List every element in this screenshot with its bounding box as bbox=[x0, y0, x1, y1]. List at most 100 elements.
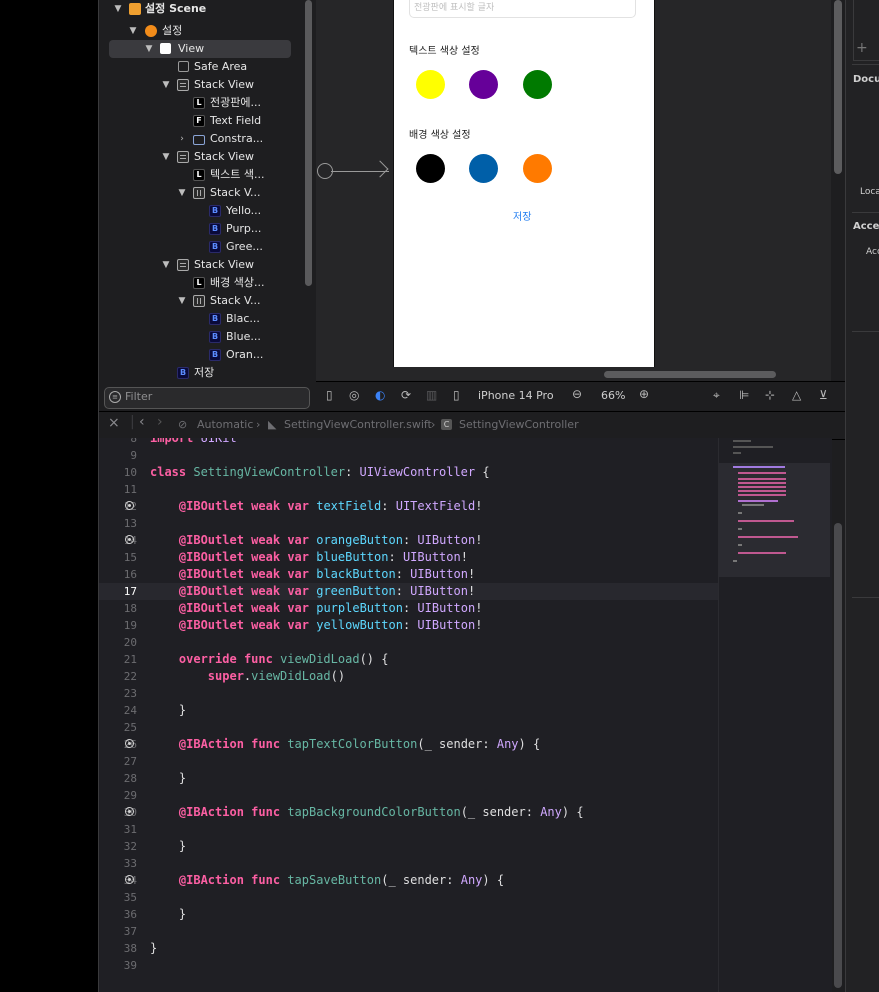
zoom-in-icon[interactable]: ⊕ bbox=[639, 387, 649, 401]
resolve-autolayout-icon[interactable]: △ bbox=[792, 388, 801, 402]
code-line[interactable]: 9 bbox=[99, 447, 718, 464]
dark-mode-icon[interactable]: ◐ bbox=[375, 388, 385, 402]
disclosure-open-icon[interactable]: ▼ bbox=[177, 292, 187, 310]
save-button[interactable]: 저장 bbox=[513, 208, 531, 223]
outline-row-label[interactable]: L 전광판에... bbox=[99, 94, 311, 112]
outline-row-button[interactable]: B Purp... bbox=[99, 220, 311, 238]
code-line[interactable]: 16 @IBOutlet weak var blackButton: UIBut… bbox=[99, 566, 718, 583]
outline-row-button[interactable]: B Blac... bbox=[99, 310, 311, 328]
outline-scrollbar[interactable] bbox=[305, 0, 312, 286]
outline-row-stackview[interactable]: ▼ Stack V... bbox=[99, 292, 311, 310]
code-line[interactable]: 38} bbox=[99, 940, 718, 957]
outlet-connection-icon[interactable] bbox=[125, 875, 134, 884]
disclosure-open-icon[interactable]: ▼ bbox=[144, 40, 154, 58]
embed-in-icon[interactable]: ⊻ bbox=[819, 388, 828, 402]
outline-row-scene[interactable]: ▼ 설정 Scene bbox=[99, 0, 311, 18]
code-line[interactable]: 24 } bbox=[99, 702, 718, 719]
green-color-button[interactable] bbox=[523, 70, 552, 99]
purple-color-button[interactable] bbox=[469, 70, 498, 99]
code-line[interactable]: 21 override func viewDidLoad() { bbox=[99, 651, 718, 668]
yellow-color-button[interactable] bbox=[416, 70, 445, 99]
outlet-connection-icon[interactable] bbox=[125, 807, 134, 816]
align-icon[interactable]: ⊫ bbox=[739, 388, 749, 402]
jumpbar-mode[interactable]: Automatic bbox=[197, 418, 253, 431]
code-line[interactable]: 31 bbox=[99, 821, 718, 838]
code-line[interactable]: 29 bbox=[99, 787, 718, 804]
outline-row-button[interactable]: B Gree... bbox=[99, 238, 311, 256]
back-icon[interactable]: ‹ bbox=[139, 414, 145, 430]
layout-icon[interactable]: ▥ bbox=[426, 388, 437, 402]
disclosure-closed-icon[interactable]: › bbox=[177, 130, 187, 148]
code-line[interactable]: 12 @IBOutlet weak var textField: UITextF… bbox=[99, 498, 718, 515]
outline-row-stackview[interactable]: ▼ Stack View bbox=[99, 256, 311, 274]
disclosure-open-icon[interactable]: ▼ bbox=[177, 184, 187, 202]
outline-row-stackview[interactable]: ▼ Stack V... bbox=[99, 184, 311, 202]
code-line[interactable]: 19 @IBOutlet weak var yellowButton: UIBu… bbox=[99, 617, 718, 634]
outline-row-stackview[interactable]: ▼ Stack View bbox=[99, 148, 311, 166]
code-line[interactable]: 23 bbox=[99, 685, 718, 702]
zoom-out-icon[interactable]: ⊖ bbox=[572, 387, 582, 401]
code-line[interactable]: 32 } bbox=[99, 838, 718, 855]
canvas-horizontal-scrollbar[interactable] bbox=[604, 371, 776, 378]
editor-scrollbar[interactable] bbox=[834, 523, 842, 988]
outlet-connection-icon[interactable] bbox=[125, 535, 134, 544]
zoom-level[interactable]: 66% bbox=[601, 389, 625, 402]
code-line[interactable]: 25 bbox=[99, 719, 718, 736]
code-line[interactable]: 37 bbox=[99, 923, 718, 940]
outline-row-stackview[interactable]: ▼ Stack View bbox=[99, 76, 311, 94]
forward-icon[interactable]: › bbox=[157, 414, 163, 430]
code-line[interactable]: 26 @IBAction func tapTextColorButton(_ s… bbox=[99, 736, 718, 753]
outline-row-safearea[interactable]: Safe Area bbox=[99, 58, 311, 76]
code-line[interactable]: 17 @IBOutlet weak var greenButton: UIBut… bbox=[99, 583, 718, 600]
code-line[interactable]: 35 bbox=[99, 889, 718, 906]
canvas-vertical-scrollbar[interactable] bbox=[834, 0, 842, 174]
code-line[interactable]: 18 @IBOutlet weak var purpleButton: UIBu… bbox=[99, 600, 718, 617]
code-line[interactable]: 13 bbox=[99, 515, 718, 532]
add-icon[interactable]: + bbox=[856, 40, 868, 56]
code-line[interactable]: 22 super.viewDidLoad() bbox=[99, 668, 718, 685]
code-line[interactable]: 27 bbox=[99, 753, 718, 770]
related-items-icon[interactable]: ⊘ bbox=[178, 418, 187, 431]
orange-color-button[interactable] bbox=[523, 154, 552, 183]
code-line[interactable]: 34 @IBAction func tapSaveButton(_ sender… bbox=[99, 872, 718, 889]
outline-row-button[interactable]: B Yello... bbox=[99, 202, 311, 220]
code-line[interactable]: 11 bbox=[99, 481, 718, 498]
add-constraints-icon[interactable]: ⊹ bbox=[765, 388, 775, 402]
close-editor-icon[interactable]: × bbox=[108, 415, 120, 431]
code-line[interactable]: 39 bbox=[99, 957, 718, 974]
outlet-connection-icon[interactable] bbox=[125, 501, 134, 510]
disclosure-open-icon[interactable]: ▼ bbox=[113, 0, 123, 18]
outline-row-button[interactable]: B Oran... bbox=[99, 346, 311, 364]
disclosure-open-icon[interactable]: ▼ bbox=[161, 148, 171, 166]
outline-row-view[interactable]: ▼ View bbox=[109, 40, 291, 58]
outline-row-textfield[interactable]: F Text Field bbox=[99, 112, 311, 130]
outline-row-button[interactable]: B Blue... bbox=[99, 328, 311, 346]
jumpbar-symbol[interactable]: SettingViewController bbox=[459, 418, 579, 431]
code-line[interactable]: 15 @IBOutlet weak var blueButton: UIButt… bbox=[99, 549, 718, 566]
code-line[interactable]: 20 bbox=[99, 634, 718, 651]
black-color-button[interactable] bbox=[416, 154, 445, 183]
outline-row-label[interactable]: L 텍스트 색... bbox=[99, 166, 311, 184]
jumpbar-file[interactable]: SettingViewController.swift bbox=[284, 418, 432, 431]
outline-row-button[interactable]: B 저장 bbox=[99, 364, 311, 382]
disclosure-open-icon[interactable]: ▼ bbox=[161, 76, 171, 94]
device-selector[interactable]: iPhone 14 Pro bbox=[478, 389, 554, 402]
update-frames-icon[interactable]: ⌖ bbox=[713, 388, 720, 403]
blue-color-button[interactable] bbox=[469, 154, 498, 183]
outline-toggle-icon[interactable]: ▯ bbox=[326, 388, 333, 402]
code-line[interactable]: 14 @IBOutlet weak var orangeButton: UIBu… bbox=[99, 532, 718, 549]
appearance-icon[interactable]: ◎ bbox=[349, 388, 359, 402]
outline-row-viewcontroller[interactable]: ▼ 설정 bbox=[99, 22, 311, 40]
code-line[interactable]: 10 class SettingViewController: UIViewCon… bbox=[99, 464, 718, 481]
code-line[interactable]: 36 } bbox=[99, 906, 718, 923]
outline-row-label[interactable]: L 배경 색상... bbox=[99, 274, 311, 292]
disclosure-open-icon[interactable]: ▼ bbox=[161, 256, 171, 274]
code-line[interactable]: 28 } bbox=[99, 770, 718, 787]
device-icon[interactable]: ▯ bbox=[453, 388, 460, 402]
code-line[interactable]: 30 @IBAction func tapBackgroundColorButt… bbox=[99, 804, 718, 821]
code-line[interactable]: 33 bbox=[99, 855, 718, 872]
orientation-icon[interactable]: ⟳ bbox=[401, 388, 411, 402]
outline-row-constraints[interactable]: › Constra... bbox=[99, 130, 311, 148]
preview-text-field[interactable]: 전광판에 표시할 글자 bbox=[409, 0, 636, 18]
outlet-connection-icon[interactable] bbox=[125, 739, 134, 748]
